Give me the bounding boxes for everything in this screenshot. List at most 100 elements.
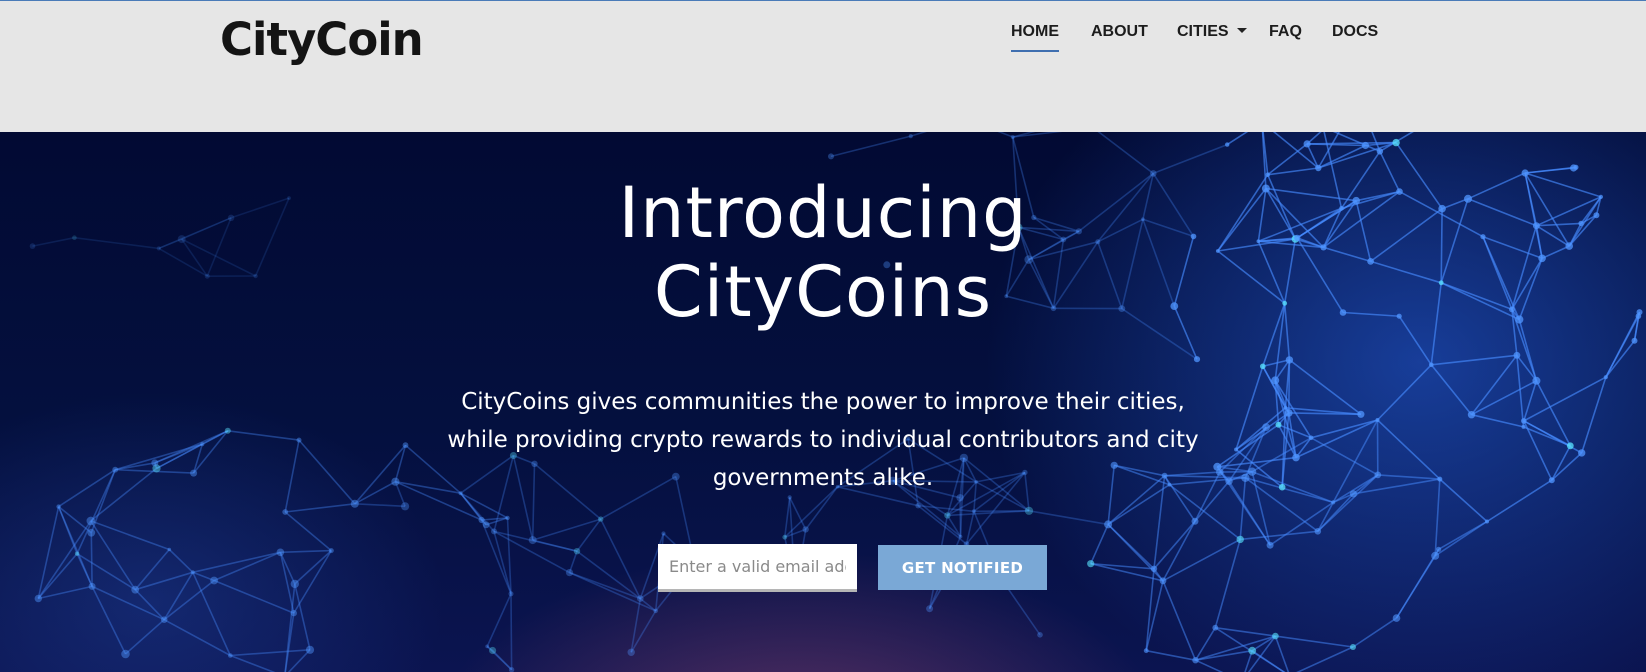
network-node <box>88 582 96 590</box>
network-node <box>653 608 658 614</box>
network-node <box>87 528 96 537</box>
network-node <box>131 585 140 594</box>
network-node <box>112 466 119 473</box>
network-node <box>290 579 299 589</box>
network-node <box>1631 337 1638 344</box>
network-node <box>290 609 297 617</box>
network-line <box>192 551 281 574</box>
network-node <box>1573 164 1579 170</box>
network-line <box>90 469 116 533</box>
network-node <box>573 548 581 555</box>
network-line <box>1275 635 1354 648</box>
network-line <box>213 579 295 614</box>
network-line <box>1214 539 1241 628</box>
network-node <box>1357 410 1365 418</box>
get-notified-button[interactable]: GET NOTIFIED <box>878 545 1047 590</box>
network-node <box>1010 135 1015 139</box>
hero-title: Introducing CityCoins <box>0 174 1646 332</box>
network-node <box>401 502 410 511</box>
network-line <box>576 518 602 552</box>
nav-docs[interactable]: DOCS <box>1332 21 1378 43</box>
network-line <box>230 654 276 672</box>
network-line <box>90 520 170 551</box>
network-node <box>1159 577 1167 585</box>
network-line <box>1226 132 1249 146</box>
network-node <box>1532 376 1541 385</box>
hero-title-line-1: Introducing <box>618 172 1028 254</box>
network-node <box>971 509 976 514</box>
network-line <box>576 550 641 600</box>
network-node <box>1429 362 1434 368</box>
network-node <box>151 459 159 467</box>
network-line <box>1240 530 1318 541</box>
network-node <box>224 427 231 434</box>
network-node <box>598 516 604 522</box>
network-line <box>1215 626 1276 637</box>
network-node <box>350 499 359 508</box>
network-node <box>1283 406 1288 410</box>
network-node <box>908 134 913 139</box>
hero-subtitle: CityCoins gives communities the power to… <box>447 389 1199 491</box>
network-line <box>1471 413 1524 428</box>
network-node <box>1278 483 1286 491</box>
network-line <box>830 135 911 158</box>
network-node <box>565 569 574 577</box>
network-line <box>1310 437 1379 476</box>
network-node <box>489 646 497 655</box>
network-line <box>90 532 93 587</box>
network-node <box>1262 423 1270 431</box>
nav-cities[interactable]: CITIES <box>1177 21 1247 43</box>
network-line <box>1269 501 1334 546</box>
network-node <box>1236 535 1244 544</box>
network-line <box>298 439 356 505</box>
network-line <box>492 649 513 671</box>
network-node <box>1191 517 1199 525</box>
network-line <box>1525 166 1577 174</box>
site-header: CityCoin HOME ABOUT CITIES FAQ DOCS <box>0 0 1646 132</box>
network-node <box>1314 528 1322 535</box>
network-line <box>294 583 311 650</box>
network-node <box>1392 138 1400 147</box>
network-node <box>528 536 537 545</box>
network-line <box>1153 143 1228 175</box>
network-node <box>1603 375 1608 380</box>
network-line <box>997 132 1014 138</box>
network-node <box>167 547 172 552</box>
network-line <box>91 585 165 621</box>
network-node <box>1521 418 1527 424</box>
site-logo[interactable]: CityCoin <box>220 12 424 68</box>
network-line <box>213 551 281 582</box>
network-line <box>1145 568 1155 651</box>
network-node <box>958 534 963 539</box>
network-node <box>1087 560 1095 568</box>
network-line <box>1274 635 1290 672</box>
network-node <box>1467 411 1476 419</box>
network-line <box>294 550 332 585</box>
network-line <box>163 579 215 621</box>
network-node <box>505 515 510 521</box>
network-line <box>1195 659 1224 672</box>
network-line <box>90 520 136 591</box>
email-input[interactable] <box>658 544 857 592</box>
network-line <box>1251 470 1334 504</box>
network-node <box>478 516 485 524</box>
network-line <box>1605 340 1636 378</box>
nav-faq[interactable]: FAQ <box>1269 21 1302 43</box>
network-line <box>354 503 406 508</box>
network-node <box>1275 421 1282 428</box>
network-node <box>1548 477 1555 484</box>
network-line <box>1162 580 1197 661</box>
network-node <box>1150 565 1158 572</box>
network-node <box>160 616 168 623</box>
network-line <box>168 548 194 573</box>
network-node <box>296 437 302 443</box>
network-line <box>510 593 513 670</box>
network-line <box>124 619 165 655</box>
network-node <box>305 645 315 654</box>
nav-about[interactable]: ABOUT <box>1091 21 1148 43</box>
network-node <box>1350 644 1356 650</box>
network-node <box>926 605 934 613</box>
nav-home[interactable]: HOME <box>1011 21 1059 52</box>
network-line <box>201 430 229 445</box>
network-line <box>1317 132 1340 169</box>
